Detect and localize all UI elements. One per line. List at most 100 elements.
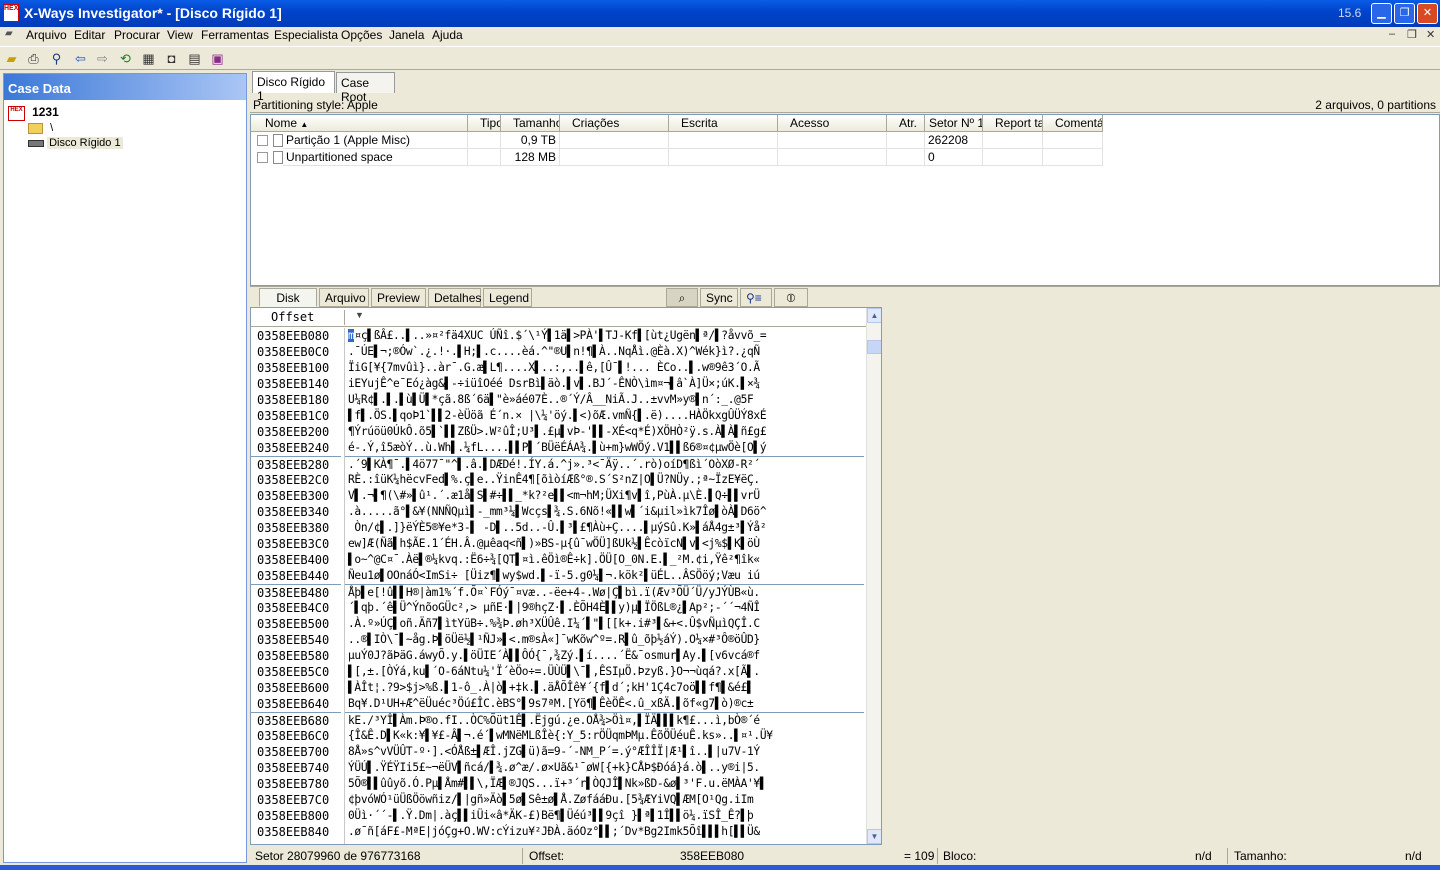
scroll-thumb[interactable]	[867, 340, 881, 354]
hex-text-row[interactable]: .¯ÚE▌¬;®Ów`.¿.!·.▌H;▌.c....èá.^"®U▌n!¶▌À…	[345, 344, 864, 360]
menu-app-icon[interactable]: ▰	[5, 28, 13, 39]
tab-disk[interactable]: Disk	[259, 288, 317, 307]
mdi-minimize-button[interactable]: –	[1389, 28, 1395, 40]
column-report-table[interactable]: Report tal	[983, 115, 1043, 132]
column-atr[interactable]: Atr.	[887, 115, 925, 132]
hex-text-row[interactable]: {Î&Ê.D▌K«k:¥▌¥£-Â▌¬.é´▌wMNëMLßÎè{:Y_5:rÖ…	[345, 728, 864, 744]
tab-preview[interactable]: Preview	[371, 288, 426, 307]
hex-text-row[interactable]: Bq¥.D¹UH+Æ^ëÜuéc³Öú£ÎC.èBS°▌9s7ªM.[Yö¶▌Ê…	[345, 696, 864, 712]
hex-text-row[interactable]: 0Üì·´´-▌.Ÿ.Dm|.àç▌▌iÜi«â*ÄK-£)Bë¶▌Üéú³▌▌…	[345, 808, 864, 824]
table-icon[interactable]: ▤	[186, 51, 203, 66]
hex-text-row[interactable]: Òn/¢▌.]}ëÝÈ5®¥e*3-▌ -D▌..5d..-Û.▌³▌£¶Àù+…	[345, 520, 864, 536]
menu-opcoes[interactable]: Opções	[341, 28, 382, 42]
hex-text-row[interactable]: ▌o~^@C¤¯.Àë▌®¼kvq.:Ë6÷¾[QT▌¤ì.êÖì®Ê÷k].Ö…	[345, 552, 864, 568]
column-tipo[interactable]: Tipo	[468, 115, 501, 132]
tab-arquivo[interactable]: Arquivo	[319, 288, 369, 307]
hex-vertical-scrollbar[interactable]: ▲ ▼	[866, 308, 881, 844]
file-row[interactable]: Unpartitioned space 128 MB 0	[251, 149, 1111, 166]
app-icon[interactable]: HEX	[3, 4, 19, 22]
hex-text-row[interactable]: ¶Ýrúöü0ÚkÔ.õ5▌`▌▌ZßÜ>.W²ûÎ;U³▌.£µ▌vÞ-'▌▌…	[345, 424, 864, 440]
hex-text-row[interactable]: .ø¯ñ[áF£-MªE|jóÇg+O.WV:cÝizu¥²JÐÀ.äóOz°▌…	[345, 824, 864, 840]
hex-text-row[interactable]: Ñeu1ø▌OOnáÓ<ImSi÷ [Üiz¶▌wy$wd.▌-ï-5.g0¼▌…	[345, 568, 864, 584]
tab-legend[interactable]: Legend	[483, 288, 532, 307]
partitioning-style: Partitioning style: Apple	[253, 98, 378, 112]
book-icon[interactable]: ▣	[209, 51, 226, 66]
disk-node[interactable]: Disco Rígido 1	[28, 137, 123, 149]
hex-editor[interactable]: Offset ▼ 0358EEB080 0358EEB0C0 0358EEB100 0…	[250, 307, 882, 845]
print-icon[interactable]: ⎙	[25, 51, 42, 66]
offset-row: 0358EEB680	[251, 712, 341, 728]
menu-especialista[interactable]: Especialista	[274, 28, 338, 42]
root-folder-node[interactable]: \	[28, 122, 53, 134]
hex-text-row[interactable]: .´9▌KÀ¶¯.▌4ö77¯"^▌.â.▌DÆDé!.ÍY.á.^j».³<¯…	[345, 456, 864, 472]
refresh-icon[interactable]: ⟲	[117, 51, 134, 66]
menu-ajuda[interactable]: Ajuda	[432, 28, 463, 42]
back-arrow-icon[interactable]: ⇦	[72, 51, 89, 66]
attachment-icon[interactable]: ⦶	[774, 288, 808, 307]
offset-dropdown[interactable]: ▼	[344, 310, 374, 325]
hex-text-row[interactable]: .à.....ã°▌&¥(NNÑQµì▌-_mm³¼▌Wcçs▌¾.S.6Nõ!…	[345, 504, 864, 520]
file-row[interactable]: Partição 1 (Apple Misc) 0,9 TB 262208	[251, 132, 1111, 149]
hex-text-row[interactable]: Åþ▌e[!û▌▌H®|àm1%´f.Õ¤`FÓý¯¤væ..-ëe+4-.Wø…	[345, 584, 864, 600]
hex-text-row[interactable]: .À.º»ÚÇ▌oñ.Äñ7▌ìtYüB÷.%¾Þ.øh³XÜÛê.I¼´▌"▌…	[345, 616, 864, 632]
case-root-node[interactable]: HEX 1231	[8, 105, 59, 121]
calculator-icon[interactable]: ▦	[140, 51, 157, 66]
hex-text-row[interactable]: ..®▌IÒ\¯▌~åg.Þ▌öÜë½▌¹ÑJ»▌<.m®sÀ«]¯wKõw^º…	[345, 632, 864, 648]
hex-text-row[interactable]: ÏiG[¥{7mvûì}..àr¯.G.æ▌L¶....X▌..:,..▌ê,[…	[345, 360, 864, 376]
hex-text-row[interactable]: µuÝ0J?ãÞäG.áwyÕ.y.▌öÜIE´À▌▌ÔÓ{¯,¾Zý.▌í..…	[345, 648, 864, 664]
row-checkbox[interactable]	[257, 135, 268, 146]
mdi-restore-button[interactable]: ❐	[1407, 28, 1417, 41]
column-escrita[interactable]: Escrita	[669, 115, 778, 132]
scroll-down-button[interactable]: ▼	[867, 829, 881, 844]
hex-text-row[interactable]: ¢þvóWÓ¹üÜßÖöwñiz/▌|gñ»Äò▌5ø▌Sê±ø▌Å.Zøfáá…	[345, 792, 864, 808]
hex-text-row[interactable]: 8Å»s^vVÜÛT-º·].<ÓÅß±▌ÆÎ.jZG▌ü)ã=9-´-NM_P…	[345, 744, 864, 760]
forward-arrow-icon[interactable]: ⇨	[94, 51, 111, 66]
column-nome[interactable]: Nome ▲	[251, 115, 468, 132]
row-checkbox[interactable]	[257, 152, 268, 163]
column-comentario[interactable]: Comentário	[1043, 115, 1103, 132]
hex-text-row[interactable]: m¤ç▌ßÂ£..▌..»¤²fä4XUC ÚÑî.$´\¹Ý▌1ä▌>PÀ'▌…	[345, 328, 864, 344]
hex-text-row[interactable]: U¼R¢▌.▌.▌ù▌Ü▌*çã.8ß´6ä▌"è»áé07È..®´Ý/Â__…	[345, 392, 864, 408]
sync-button[interactable]: Sync	[700, 288, 738, 307]
hex-text-row[interactable]: ew]Æ(Ñã▌h$ÃE.1´ÉH.Â.@µêaq<ñ▌)»BS-µ{û¯wÖÜ…	[345, 536, 864, 552]
menu-arquivo[interactable]: Arquivo	[26, 28, 67, 42]
search-view-icon[interactable]: ⌕	[666, 288, 698, 307]
mdi-close-button[interactable]: ✕	[1426, 28, 1435, 41]
menu-ferramentas[interactable]: Ferramentas	[201, 28, 269, 42]
title-bar[interactable]: HEX X-Ways Investigator* - [Disco Rígido…	[0, 0, 1440, 27]
hex-text-row[interactable]: ▌ÀÎt¦.?9>$j>%ß.▌1-ô_.À|ò▌+‡k.▌.äÅÕÎê¥´{f…	[345, 680, 864, 696]
tab-disco-rigido[interactable]: Disco Rígido 1	[252, 71, 335, 103]
menu-janela[interactable]: Janela	[389, 28, 424, 42]
hex-text-row[interactable]: kE./³YÎ▌Àm.Þ®o.fI..ÒC%Õüt1Ê▌.Ëjgú.¿e.OÅ¾…	[345, 712, 864, 728]
scroll-up-button[interactable]: ▲	[867, 308, 881, 323]
binoculars-icon[interactable]: ⚲	[48, 51, 65, 66]
camera-icon[interactable]: ◘	[163, 51, 180, 66]
offset-row: 0358EEB1C0	[257, 409, 330, 423]
column-tamanho[interactable]: Tamanho	[501, 115, 560, 132]
hex-text-column[interactable]: m¤ç▌ßÂ£..▌..»¤²fä4XUC ÚÑî.$´\¹Ý▌1ä▌>PÀ'▌…	[344, 328, 864, 844]
column-acesso[interactable]: Acesso	[778, 115, 887, 132]
hex-text-row[interactable]: iEYujÊ^e¯Eó¿àg&▌-÷iüîOéé DsrBì▌äò.▌v▌.BJ…	[345, 376, 864, 392]
hex-text-row[interactable]: ÝÜÚ▌.ŸÉŸIi5£~¬ëÜV▌ñcá/▌¾.ø^æ/.ø×Uã&¹¯øW[…	[345, 760, 864, 776]
tab-detalhes[interactable]: Detalhes	[428, 288, 481, 307]
menu-bar: ▰ Arquivo Editar Procurar View Ferrament…	[0, 27, 1440, 45]
hex-text-row[interactable]: V▌.¬▌¶(\#»▌û¹.´.æ1å▌S▌#÷▌▌_*k?²e▌▌<m¬hM;…	[345, 488, 864, 504]
hex-text-row[interactable]: é-.Ý,î5æòÝ..ù.Wh▌.¼fL....▌▌P▌´BÜëÉÁA¾.▌ù…	[345, 440, 864, 456]
binoculars-list-icon[interactable]: ⚲≡	[740, 288, 772, 307]
tab-case-root[interactable]: Case Root	[336, 72, 395, 104]
hex-text-row[interactable]: 5Õ®▌▌ûûyõ.Ó.Pµ▌Åm#▌▌\,ÏÆ▌®JQS...ï+³´r▌ÒQ…	[345, 776, 864, 792]
hex-text-row[interactable]: ▌f▌.ÖS.▌qoÞ1`▌▌2-èÜöã É´n.× |\¼'öý.▌<)õÆ…	[345, 408, 864, 424]
column-setor[interactable]: Setor Nº 1	[925, 115, 983, 132]
offset-row: 0358EEB700	[257, 745, 330, 759]
column-criacoes[interactable]: Criações	[560, 115, 669, 132]
menu-procurar[interactable]: Procurar	[114, 28, 160, 42]
hex-text-row[interactable]: ▌[,±.[ÒÝá,ku▌´O-6áNtu¼'Ï´èÖo÷=.ÜÙÜ▌\¯▌,Ê…	[345, 664, 864, 680]
minimize-button[interactable]: ▁	[1371, 3, 1392, 24]
menu-editar[interactable]: Editar	[74, 28, 105, 42]
hex-text-row[interactable]: ´▌qþ.´ê▌Ü^ÝnõoGÜc²,> µñE·▌|9®hçZ·▌.ÈÕH4È…	[345, 600, 864, 616]
open-folder-icon[interactable]: ▰	[3, 51, 20, 66]
menu-view[interactable]: View	[167, 28, 193, 42]
close-button[interactable]: ✕	[1417, 3, 1438, 24]
hex-text-row[interactable]: RÈ.:îüK¼hëcvFed▌%.ç▌e..ŸinÊ4¶[õìòíÆß°®.S…	[345, 472, 864, 488]
maximize-button[interactable]: ❐	[1394, 3, 1415, 24]
